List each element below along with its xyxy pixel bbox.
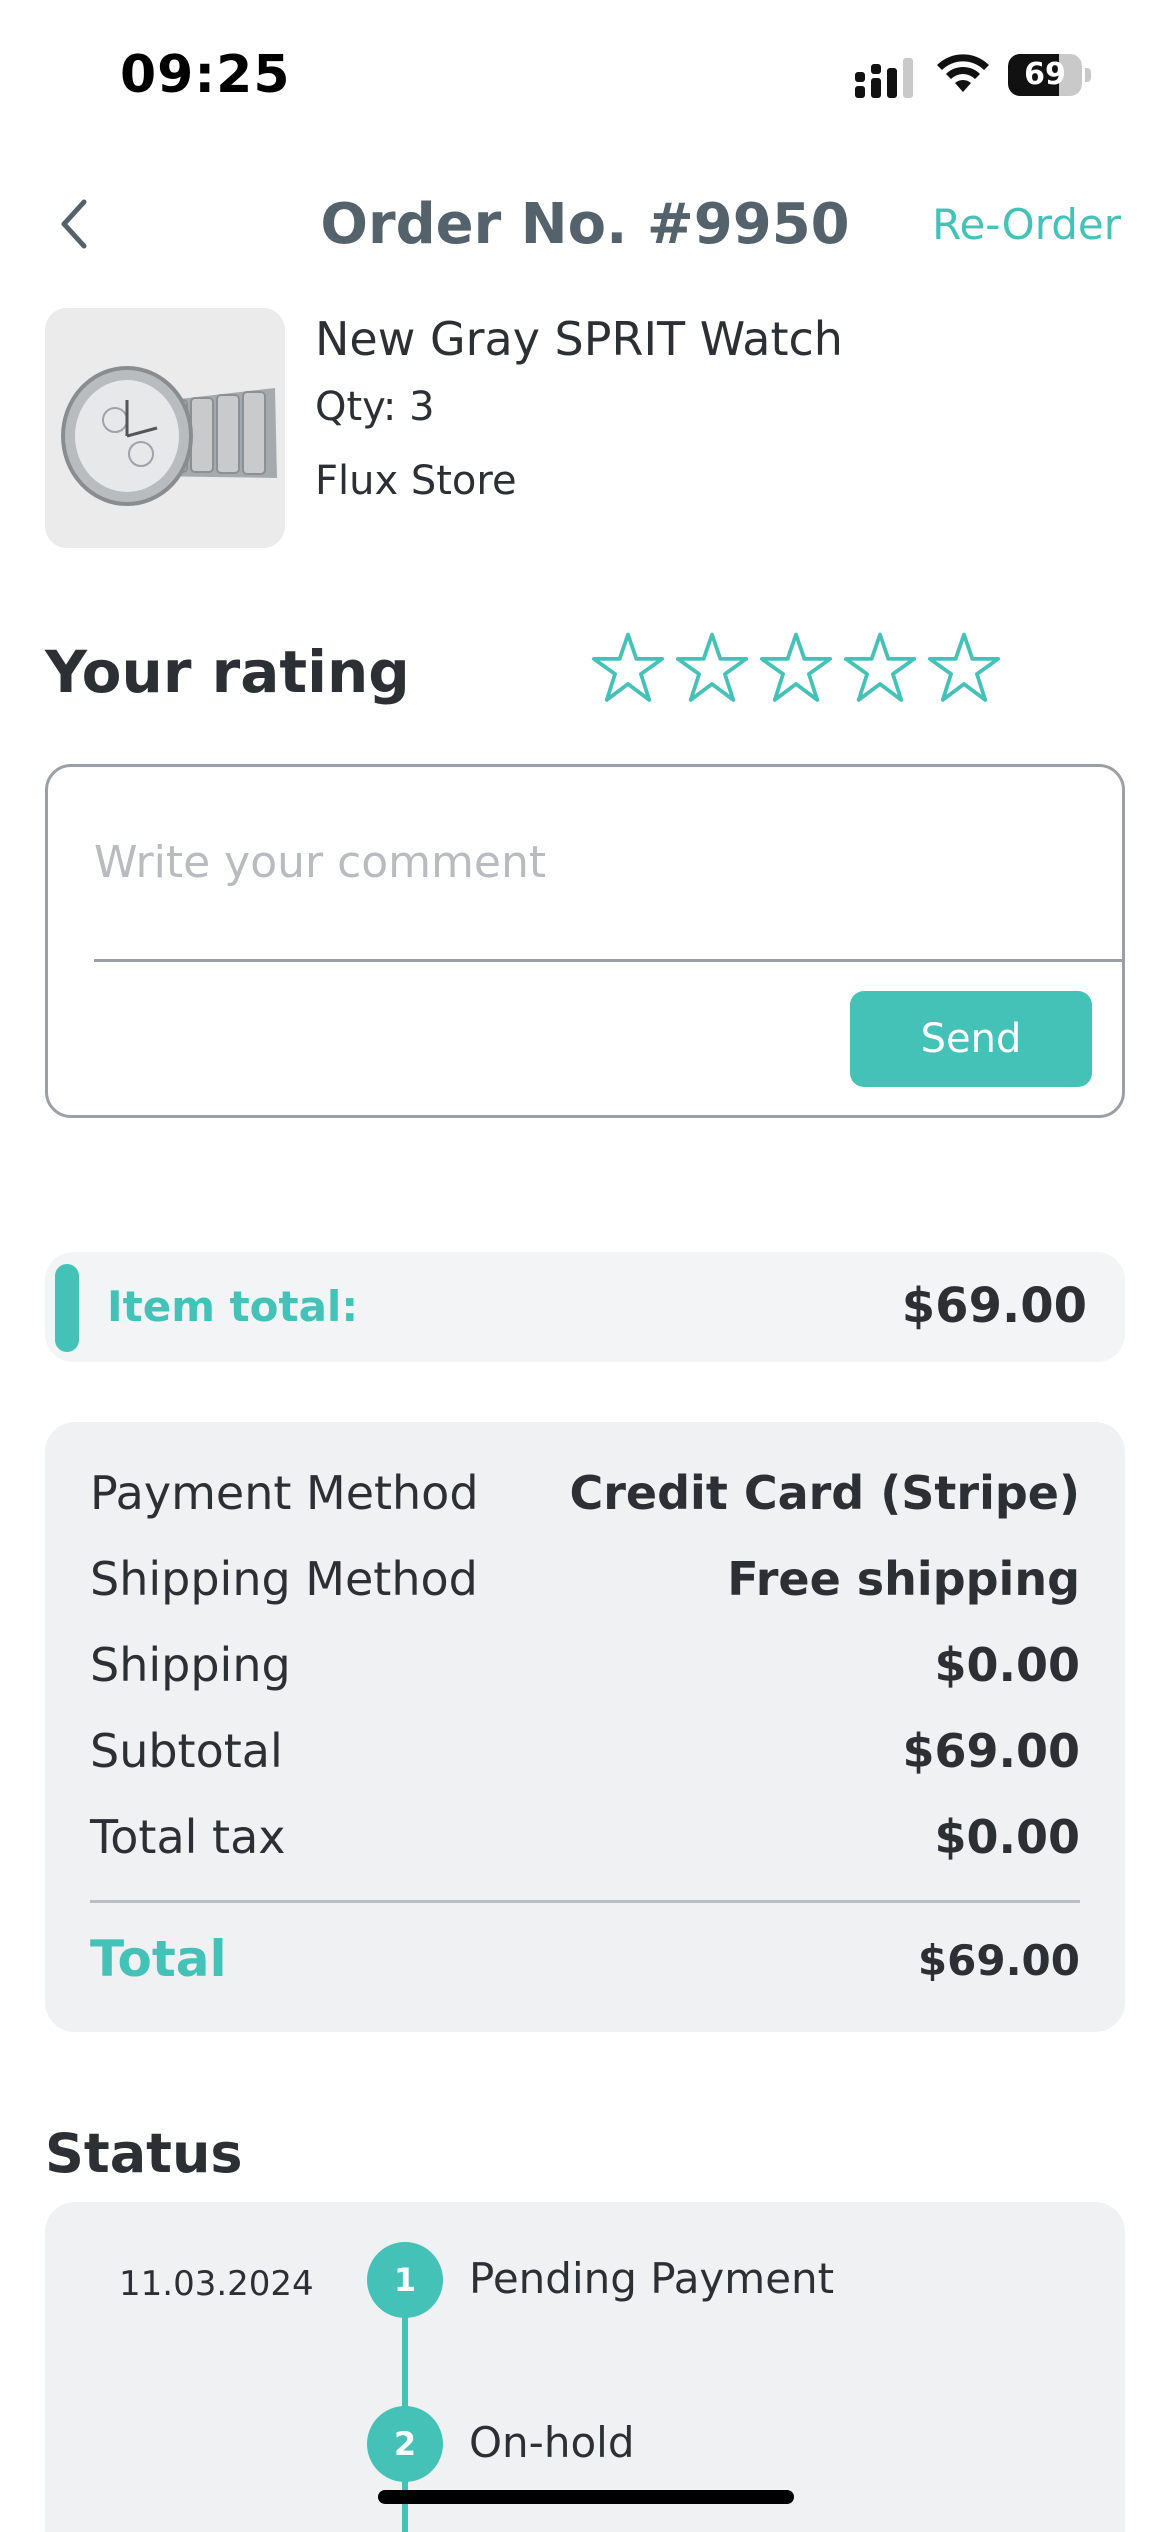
back-button[interactable] — [44, 194, 104, 254]
send-button[interactable]: Send — [850, 991, 1092, 1087]
item-total-value: $69.00 — [901, 1278, 1087, 1334]
summary-row-shipping-method: Shipping Method Free shipping — [90, 1552, 1080, 1622]
star-outline-icon[interactable] — [842, 630, 918, 706]
star-outline-icon[interactable] — [926, 630, 1002, 706]
star-outline-icon[interactable] — [758, 630, 834, 706]
order-summary-card: Payment Method Credit Card (Stripe) Ship… — [45, 1422, 1125, 2032]
rating-title: Your rating — [45, 638, 410, 706]
status-timeline: 11.03.2024 1 Pending Payment 2 On-hold — [45, 2202, 1125, 2532]
signal-icon — [855, 58, 913, 98]
star-rating — [590, 630, 1002, 706]
battery-icon: 69 — [1008, 54, 1091, 98]
comment-box: Send — [45, 764, 1125, 1118]
summary-row-total-tax: Total tax $0.00 — [90, 1810, 1080, 1880]
battery-level: 69 — [1024, 57, 1066, 92]
battery-cap — [1085, 68, 1091, 82]
summary-label: Shipping — [90, 1638, 291, 1692]
step-date: 11.03.2024 — [119, 2264, 314, 2304]
summary-divider — [90, 1900, 1080, 1903]
wifi-icon — [937, 54, 989, 92]
status-step: 11.03.2024 1 Pending Payment — [45, 2242, 1125, 2322]
item-total-label: Item total: — [107, 1282, 359, 1331]
summary-value: Credit Card (Stripe) — [569, 1466, 1080, 1520]
comment-underline — [94, 959, 1125, 962]
summary-value: $0.00 — [934, 1810, 1080, 1864]
status-time: 09:25 — [120, 45, 291, 105]
summary-row-payment-method: Payment Method Credit Card (Stripe) — [90, 1466, 1080, 1536]
chevron-left-icon — [61, 199, 87, 249]
comment-input[interactable] — [94, 827, 1124, 897]
summary-row-subtotal: Subtotal $69.00 — [90, 1724, 1080, 1794]
item-total-bar: Item total: $69.00 — [45, 1252, 1125, 1362]
step-label: On-hold — [469, 2418, 635, 2467]
status-step: 2 On-hold — [45, 2406, 1125, 2486]
total-value: $69.00 — [917, 1936, 1080, 1985]
step-number: 1 — [367, 2242, 443, 2318]
watch-product-image — [45, 308, 285, 548]
summary-label: Payment Method — [90, 1466, 479, 1520]
summary-row-shipping: Shipping $0.00 — [90, 1638, 1080, 1708]
summary-value: $0.00 — [934, 1638, 1080, 1692]
product-store: Flux Store — [315, 458, 517, 504]
product-quantity: Qty: 3 — [315, 384, 435, 430]
order-detail-screen: 09:25 69 Order No. #9950 Re-Order New Gr… — [0, 0, 1170, 2532]
summary-label: Total tax — [90, 1810, 286, 1864]
status-title: Status — [45, 2122, 243, 2185]
reorder-button[interactable]: Re-Order — [932, 200, 1121, 249]
summary-value: $69.00 — [902, 1724, 1080, 1778]
star-outline-icon[interactable] — [590, 630, 666, 706]
watch-illustration — [45, 308, 285, 548]
star-outline-icon[interactable] — [674, 630, 750, 706]
item-total-accent — [55, 1264, 79, 1352]
total-label: Total — [90, 1930, 227, 1988]
summary-value: Free shipping — [727, 1552, 1080, 1606]
product-name: New Gray SPRIT Watch — [315, 312, 843, 366]
product-card[interactable]: New Gray SPRIT Watch Qty: 3 Flux Store — [45, 308, 1125, 548]
page-title: Order No. #9950 — [320, 192, 850, 257]
summary-label: Shipping Method — [90, 1552, 478, 1606]
step-label: Pending Payment — [469, 2254, 835, 2303]
rating-section: Your rating — [45, 630, 1125, 720]
summary-label: Subtotal — [90, 1724, 283, 1778]
status-bar: 09:25 69 — [0, 0, 1170, 150]
home-indicator[interactable] — [378, 2490, 794, 2504]
step-number: 2 — [367, 2406, 443, 2482]
battery-body: 69 — [1008, 54, 1082, 96]
header: Order No. #9950 Re-Order — [0, 170, 1170, 280]
